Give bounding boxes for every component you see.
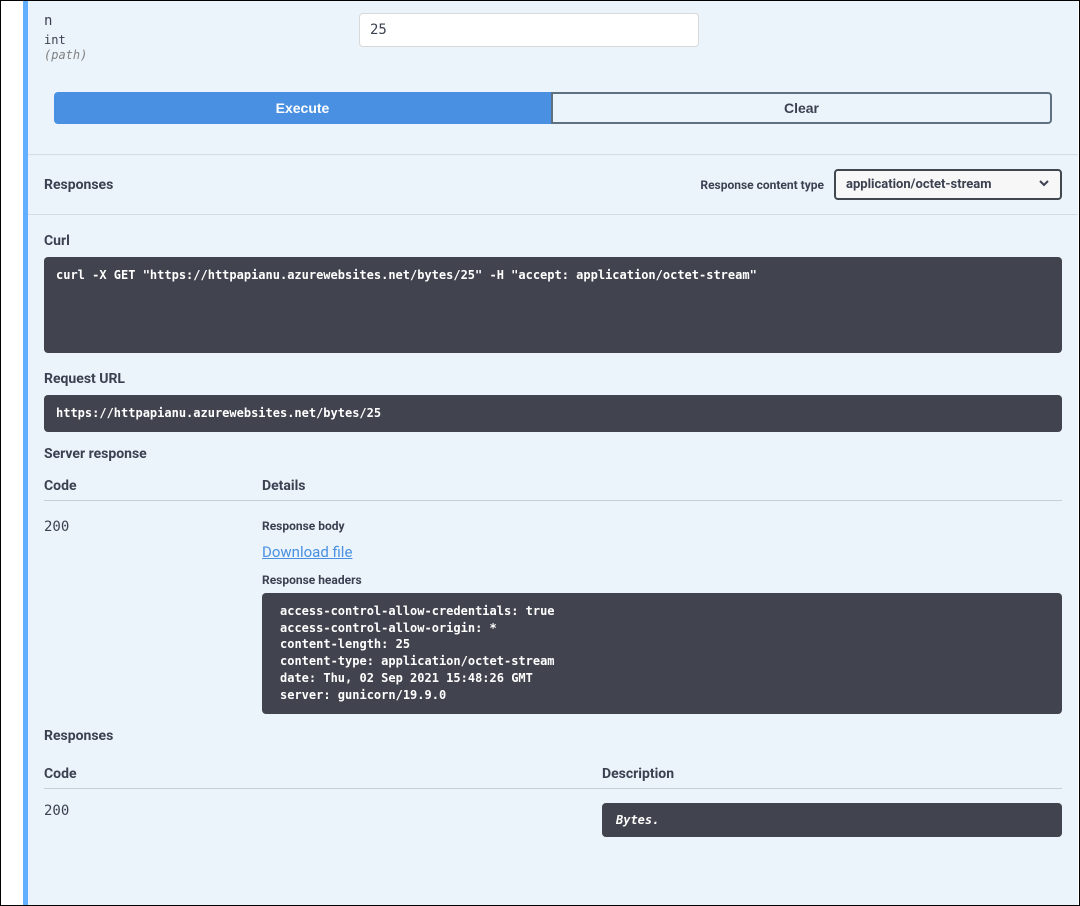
doc-response-description-wrap: Bytes. bbox=[602, 803, 1062, 837]
response-body-label: Response body bbox=[262, 519, 1062, 533]
response-content-type-value: application/octet-stream bbox=[846, 177, 992, 192]
parameter-meta: n int (path) bbox=[44, 13, 359, 62]
documented-responses-row: 200 Bytes. bbox=[28, 789, 1078, 837]
doc-response-code: 200 bbox=[44, 803, 602, 837]
operation-body: n int (path) Execute Clear Responses Res… bbox=[28, 1, 1078, 905]
swagger-operation-panel: n int (path) Execute Clear Responses Res… bbox=[0, 0, 1080, 906]
chevron-down-icon bbox=[1038, 177, 1050, 193]
page-margin bbox=[1, 1, 23, 905]
response-content-type-label: Response content type bbox=[700, 178, 824, 192]
parameter-name: n bbox=[44, 13, 359, 29]
parameter-value-input[interactable] bbox=[359, 13, 699, 47]
request-url-section: Request URL https://httpapianu.azurewebs… bbox=[28, 353, 1078, 432]
clear-button[interactable]: Clear bbox=[551, 92, 1052, 124]
doc-response-description: Bytes. bbox=[602, 803, 1062, 837]
server-response-row: 200 Response body Download file Response… bbox=[28, 501, 1078, 714]
parameter-type: int bbox=[44, 33, 359, 47]
response-headers-label: Response headers bbox=[262, 573, 1062, 587]
curl-section: Curl curl -X GET "https://httpapianu.azu… bbox=[28, 215, 1078, 353]
action-button-row: Execute Clear bbox=[28, 92, 1078, 154]
responses-title: Responses bbox=[44, 177, 113, 193]
response-headers-block[interactable]: access-control-allow-credentials: true a… bbox=[262, 593, 1062, 714]
response-code: 200 bbox=[44, 519, 262, 714]
server-response-section: Server response bbox=[28, 432, 1078, 462]
documented-responses-table-header: Code Description bbox=[28, 752, 1078, 782]
response-content-type-select[interactable]: application/octet-stream bbox=[834, 169, 1062, 200]
execute-button[interactable]: Execute bbox=[54, 92, 551, 124]
curl-label: Curl bbox=[44, 233, 1062, 249]
response-details: Response body Download file Response hea… bbox=[262, 519, 1062, 714]
request-url-label: Request URL bbox=[44, 371, 1062, 387]
doc-code-column-header: Code bbox=[44, 766, 602, 782]
doc-description-column-header: Description bbox=[602, 766, 1062, 782]
details-column-header: Details bbox=[262, 478, 1062, 494]
server-response-label: Server response bbox=[44, 446, 1062, 462]
download-file-link[interactable]: Download file bbox=[262, 543, 352, 561]
request-url-block[interactable]: https://httpapianu.azurewebsites.net/byt… bbox=[44, 395, 1062, 432]
server-response-table-header: Code Details bbox=[28, 478, 1078, 494]
parameter-in: (path) bbox=[44, 48, 359, 62]
documented-responses-section: Responses bbox=[28, 714, 1078, 744]
responses-header-bar: Responses Response content type applicat… bbox=[28, 154, 1078, 215]
documented-responses-label: Responses bbox=[44, 728, 1062, 744]
response-content-type-group: Response content type application/octet-… bbox=[700, 169, 1062, 200]
parameter-row: n int (path) bbox=[28, 1, 1078, 92]
code-column-header: Code bbox=[44, 478, 262, 494]
curl-command-block[interactable]: curl -X GET "https://httpapianu.azureweb… bbox=[44, 257, 1062, 353]
